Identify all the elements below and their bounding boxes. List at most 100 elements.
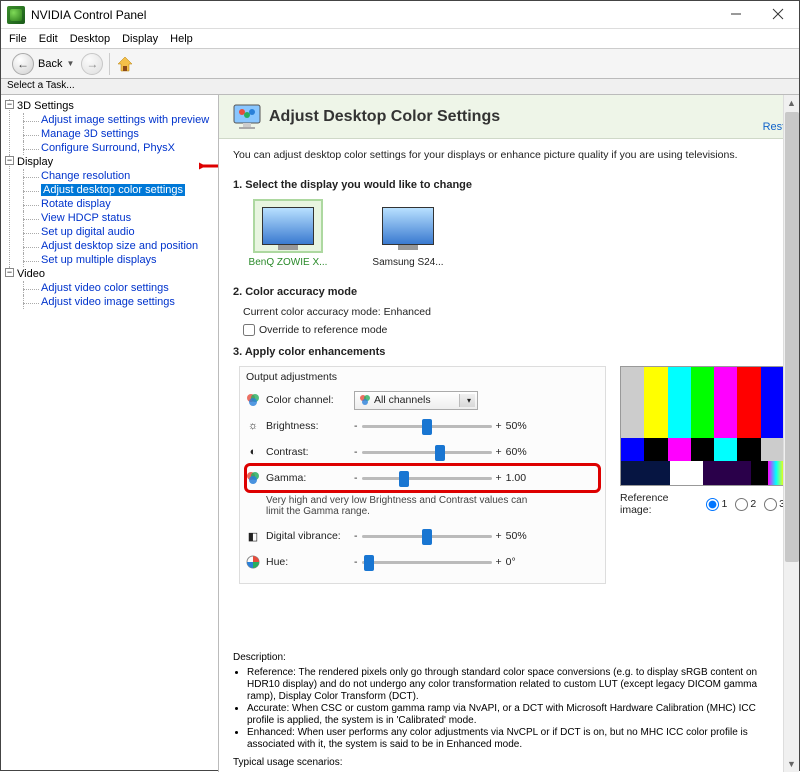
gamma-value: 1.00: [506, 472, 550, 484]
tree-item-surround[interactable]: Configure Surround, PhysX: [41, 142, 175, 154]
tree-item-video-color[interactable]: Adjust video color settings: [41, 282, 169, 294]
tree-item-manage-3d[interactable]: Manage 3D settings: [41, 128, 139, 140]
brightness-label: Brightness:: [266, 420, 348, 432]
channel-icon: [246, 393, 260, 407]
tree-item-rotate[interactable]: Rotate display: [41, 198, 111, 210]
content-header: Adjust Desktop Color Settings Restor: [219, 95, 799, 139]
close-button[interactable]: [757, 1, 799, 27]
gamma-hint: Very high and very low Brightness and Co…: [266, 495, 546, 517]
description-panel: Description: Reference: The rendered pix…: [233, 652, 785, 768]
gamma-label: Gamma:: [266, 472, 348, 484]
display-item-2[interactable]: Samsung S24...: [363, 199, 453, 268]
toolbar: ← Back ▼ →: [1, 49, 799, 79]
vibrance-slider[interactable]: [362, 535, 492, 538]
vibrance-value: 50%: [506, 530, 550, 542]
monitor-icon: [233, 104, 261, 130]
override-checkbox[interactable]: [243, 324, 255, 336]
override-label: Override to reference mode: [259, 324, 387, 336]
back-arrow-icon: ←: [12, 53, 34, 75]
tree-toggle-3d[interactable]: −: [5, 100, 14, 109]
display-list: BenQ ZOWIE X... Samsung S24...: [243, 199, 785, 268]
hue-label: Hue:: [266, 556, 348, 568]
contrast-slider[interactable]: [362, 451, 492, 454]
display-item-1[interactable]: BenQ ZOWIE X...: [243, 199, 333, 268]
output-adjustments-panel: Output adjustments Color channel: All ch…: [239, 366, 606, 584]
minus-label: -: [354, 420, 358, 432]
minimize-button[interactable]: [715, 1, 757, 27]
brightness-value: 50%: [506, 420, 550, 432]
intro-text: You can adjust desktop color settings fo…: [233, 149, 785, 161]
tree-item-hdcp[interactable]: View HDCP status: [41, 212, 131, 224]
output-group-label: Output adjustments: [246, 371, 599, 383]
section-2-title: 2. Color accuracy mode: [233, 286, 785, 298]
display-1-label: BenQ ZOWIE X...: [249, 257, 328, 268]
tree-item-size-position[interactable]: Adjust desktop size and position: [41, 240, 198, 252]
app-icon: [7, 6, 25, 24]
ref-radio-1[interactable]: 1: [706, 498, 727, 511]
channel-label: Color channel:: [266, 394, 348, 406]
scroll-down-icon[interactable]: ▼: [784, 756, 800, 772]
hue-icon: [246, 555, 260, 569]
menu-display[interactable]: Display: [122, 33, 158, 45]
scroll-thumb[interactable]: [785, 112, 799, 562]
back-button[interactable]: ← Back ▼: [7, 51, 79, 77]
window-title: NVIDIA Control Panel: [31, 8, 146, 22]
current-mode-text: Current color accuracy mode: Enhanced: [243, 306, 785, 318]
gamma-row-highlight: Gamma: - + 1.00: [246, 465, 599, 491]
menu-help[interactable]: Help: [170, 33, 193, 45]
tree-group-video: Video: [17, 268, 45, 280]
sidebar: − 3D Settings Adjust image settings with…: [1, 95, 219, 772]
tree-toggle-video[interactable]: −: [5, 268, 14, 277]
title-bar: NVIDIA Control Panel: [1, 1, 799, 29]
menu-edit[interactable]: Edit: [39, 33, 58, 45]
channel-combo[interactable]: All channels ▾: [354, 391, 478, 410]
desc-bullet-enhanced: Enhanced: When user performs any color a…: [247, 727, 785, 751]
scroll-up-icon[interactable]: ▲: [784, 95, 800, 111]
tree-item-video-image[interactable]: Adjust video image settings: [41, 296, 175, 308]
separator: [109, 53, 110, 75]
contrast-icon: ◐: [246, 445, 260, 459]
section-3-title: 3. Apply color enhancements: [233, 346, 785, 358]
chevron-down-icon: ▼: [66, 59, 74, 68]
ref-radio-3[interactable]: 3: [764, 498, 785, 511]
vertical-scrollbar[interactable]: ▲ ▼: [783, 95, 799, 772]
plus-label: +: [496, 420, 502, 432]
reference-image-label: Reference image:: [620, 492, 698, 516]
section-1-title: 1. Select the display you would like to …: [233, 179, 785, 191]
description-heading: Description:: [233, 652, 785, 663]
forward-button[interactable]: →: [81, 53, 103, 75]
tree-item-change-res[interactable]: Change resolution: [41, 170, 130, 182]
tree-item-adjust-image[interactable]: Adjust image settings with preview: [41, 114, 209, 126]
hue-slider[interactable]: [362, 561, 492, 564]
gamma-slider[interactable]: [362, 477, 492, 480]
tree-toggle-display[interactable]: −: [5, 156, 14, 165]
chevron-down-icon: ▾: [467, 396, 471, 405]
reference-image-radios: Reference image: 1 2 3: [620, 492, 785, 516]
brightness-slider[interactable]: [362, 425, 492, 428]
annotation-arrow-sidebar: [199, 159, 219, 173]
contrast-value: 60%: [506, 446, 550, 458]
tree-item-adjust-color[interactable]: Adjust desktop color settings: [41, 184, 185, 196]
contrast-label: Contrast:: [266, 446, 348, 458]
desc-bullet-accurate: Accurate: When CSC or custom gamma ramp …: [247, 703, 785, 727]
reference-image-preview: [620, 366, 785, 486]
gamma-icon: [246, 471, 260, 485]
back-label: Back: [38, 58, 62, 70]
desc-bullet-reference: Reference: The rendered pixels only go t…: [247, 667, 785, 703]
menu-file[interactable]: File: [9, 33, 27, 45]
task-tree: − 3D Settings Adjust image settings with…: [3, 99, 216, 309]
desc-scenarios: Typical usage scenarios:: [233, 757, 785, 768]
hue-value: 0°: [506, 556, 550, 568]
page-title: Adjust Desktop Color Settings: [269, 108, 500, 126]
menu-bar: File Edit Desktop Display Help: [1, 29, 799, 49]
menu-desktop[interactable]: Desktop: [70, 33, 110, 45]
home-button[interactable]: [116, 56, 134, 72]
ref-radio-2[interactable]: 2: [735, 498, 756, 511]
tree-group-display: Display: [17, 156, 53, 168]
task-header: Select a Task...: [1, 79, 799, 95]
tree-item-multiple-displays[interactable]: Set up multiple displays: [41, 254, 157, 266]
tree-group-3d: 3D Settings: [17, 100, 74, 112]
vibrance-label: Digital vibrance:: [266, 530, 348, 542]
tree-item-digital-audio[interactable]: Set up digital audio: [41, 226, 135, 238]
brightness-icon: ☼: [246, 419, 260, 433]
